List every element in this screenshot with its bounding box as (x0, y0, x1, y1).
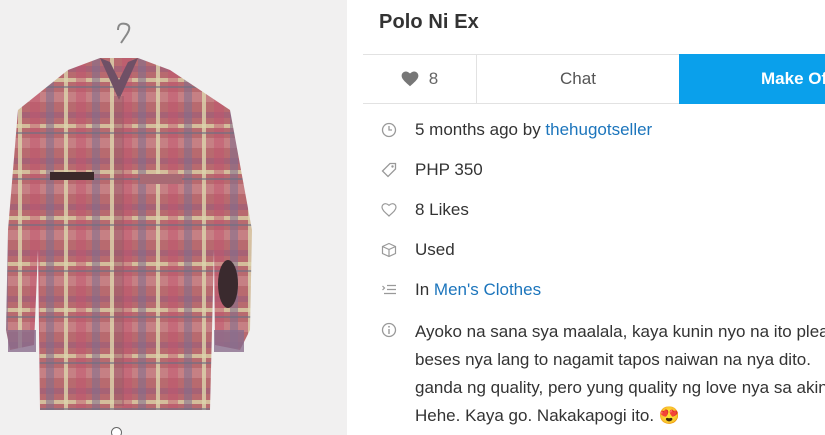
heart-outline-icon (381, 203, 397, 217)
product-photo[interactable] (0, 0, 347, 435)
box-icon (381, 242, 397, 258)
like-count: 8 (428, 69, 439, 88)
listing-title: Polo Ni Ex (379, 11, 479, 33)
description-line: Ayoko na sana sya maalala, kaya kunin ny… (415, 322, 825, 341)
shirt-image (6, 22, 252, 410)
chat-button[interactable]: Chat (477, 55, 679, 103)
condition: Used (415, 240, 455, 259)
make-offer-button[interactable]: Make Offer (679, 54, 825, 104)
info-icon (381, 322, 397, 338)
category-link[interactable]: Men's Clothes (434, 280, 541, 299)
like-button[interactable]: 8 (363, 55, 477, 103)
list-icon (382, 284, 396, 295)
description: Ayoko na sana sya maalala, kaya kunin ny… (415, 318, 825, 430)
description-line: ganda ng quality, pero yung quality ng l… (415, 378, 825, 397)
clock-icon (381, 122, 397, 138)
category-prefix: In (415, 280, 434, 299)
carousel-dot[interactable] (111, 427, 122, 435)
action-bar: 8 Chat Make Offer (363, 54, 825, 104)
seller-link[interactable]: thehugotseller (545, 120, 652, 139)
price: PHP 350 (415, 160, 483, 179)
tag-icon (381, 162, 397, 178)
posted-time: 5 months ago by (415, 120, 546, 139)
heart-icon (401, 71, 419, 87)
description-line: Hehe. Kaya go. Nakakapogi ito. 😍 (415, 406, 680, 425)
likes-text: 8 Likes (415, 200, 469, 219)
listing-details: Polo Ni Ex 8 Chat Make Offer 5 months ag… (363, 0, 825, 435)
description-line: beses nya lang to nagamit tapos naiwan n… (415, 350, 811, 369)
